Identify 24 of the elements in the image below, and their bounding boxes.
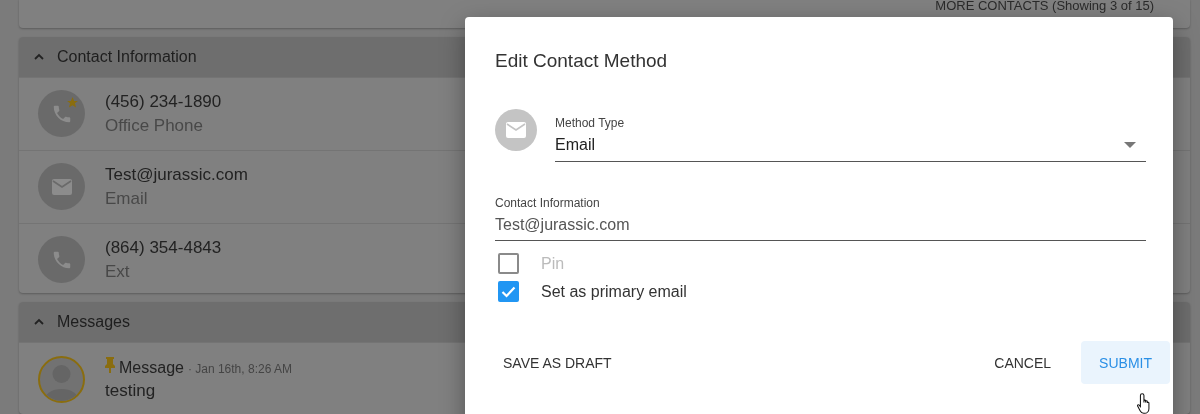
contact-value: (456) 234-1890 xyxy=(105,91,222,112)
contact-type: Office Phone xyxy=(105,115,204,136)
contact-information-field[interactable]: Contact Information Test@jurassic.com xyxy=(495,196,1146,241)
contact-value: (864) 354-4843 xyxy=(105,237,222,258)
message-title: Message xyxy=(119,359,184,378)
dropdown-caret-icon xyxy=(1124,142,1136,148)
message-time: · Jan 16th, 8:26 AM xyxy=(187,362,292,377)
contact-value: Test@jurassic.com xyxy=(105,164,248,185)
checkbox-label: Pin xyxy=(541,254,565,273)
more-contacts-link[interactable]: MORE CONTACTS (Showing 3 of 15) xyxy=(935,0,1154,13)
checkbox-label: Set as primary email xyxy=(541,282,687,301)
dialog-title: Edit Contact Method xyxy=(495,50,669,72)
checkbox[interactable] xyxy=(498,281,519,302)
contact-type: Ext xyxy=(105,261,131,282)
pin-icon xyxy=(105,357,115,374)
section-title: Messages xyxy=(57,313,130,332)
method-type-select[interactable]: Method Type Email xyxy=(555,116,1146,162)
contact-type: Email xyxy=(105,188,149,209)
dialog-button[interactable]: CANCEL xyxy=(976,341,1070,384)
dialog-button[interactable]: SAVE AS DRAFT xyxy=(485,341,630,384)
envelope-icon xyxy=(505,121,527,139)
envelope-icon xyxy=(50,177,73,196)
message-body: testing xyxy=(105,381,157,402)
section-title: Contact Information xyxy=(57,47,197,66)
